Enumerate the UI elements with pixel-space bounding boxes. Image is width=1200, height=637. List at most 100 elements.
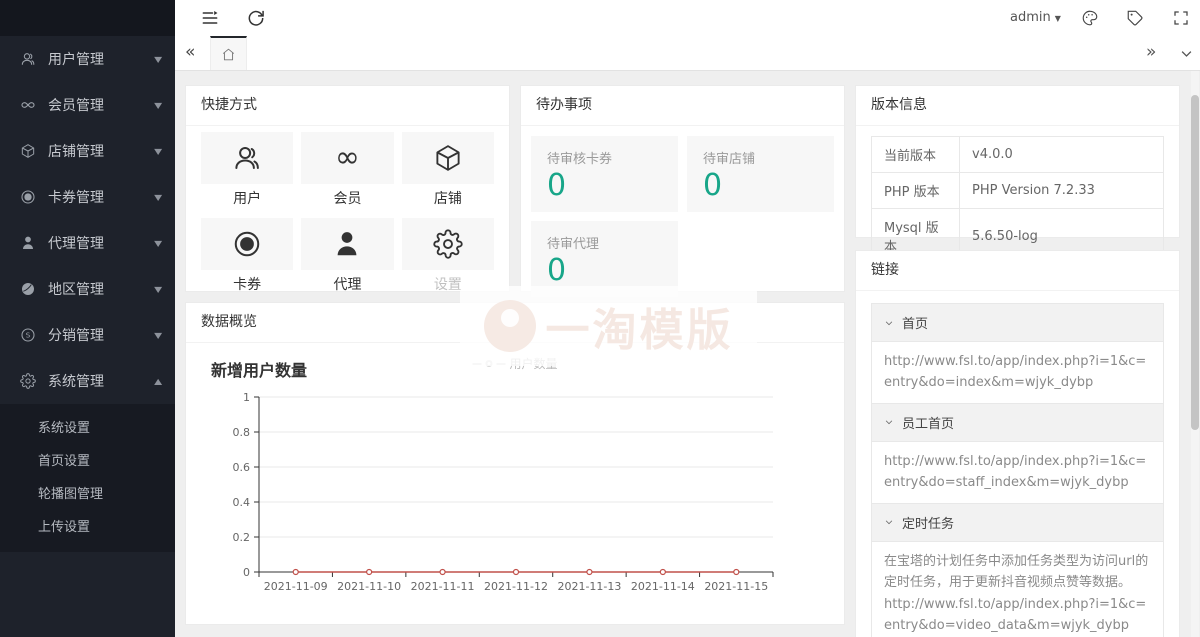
quick-link-label: 设置 [402, 274, 494, 294]
sidebar-item-user-mgmt[interactable]: 用户管理 ▼ [0, 36, 175, 82]
sidebar-item-member-mgmt[interactable]: 会员管理 ▼ [0, 82, 175, 128]
box-icon [20, 143, 36, 159]
quick-link-label: 店铺 [402, 188, 494, 208]
sidebar-logo-area [0, 0, 175, 36]
quick-link-settings[interactable]: 设置 [402, 218, 494, 294]
version-key: 当前版本 [872, 137, 960, 173]
sidebar-item-agent-mgmt[interactable]: 代理管理 ▼ [0, 220, 175, 266]
admin-username: admin [1010, 10, 1051, 25]
sidebar-item-label: 分销管理 [48, 325, 155, 345]
svg-text:2021-11-15: 2021-11-15 [704, 580, 768, 593]
svg-text:2021-11-13: 2021-11-13 [557, 580, 621, 593]
infinity-icon [20, 97, 36, 113]
tabs-scroll-right-icon[interactable]: » [1146, 36, 1156, 70]
tabs-scroll-left-icon[interactable]: « [185, 36, 195, 70]
globe-icon [20, 281, 36, 297]
panel-header[interactable]: 定时任务 [872, 504, 1163, 542]
quick-link-users[interactable]: 用户 [201, 132, 293, 208]
tab-home[interactable] [210, 36, 247, 70]
person-icon [301, 218, 393, 270]
refresh-icon[interactable] [246, 8, 266, 28]
chevron-down-icon [884, 417, 894, 427]
quick-link-members[interactable]: ∞ 会员 [301, 132, 393, 208]
quick-links-grid: 用户 ∞ 会员 店铺 卡券 代理 设置 [186, 126, 509, 300]
link-url: http://www.fsl.to/app/index.php?i=1&c=en… [884, 594, 1151, 637]
infinity-icon: ∞ [301, 132, 393, 184]
sidebar-item-coupon-mgmt[interactable]: 卡券管理 ▼ [0, 174, 175, 220]
version-info-card: 版本信息 当前版本 v4.0.0 PHP 版本 PHP Version 7.2.… [855, 85, 1180, 238]
todo-count: 0 [547, 254, 662, 287]
link-panel-home: 首页 http://www.fsl.to/app/index.php?i=1&c… [871, 303, 1164, 403]
admin-user-menu[interactable]: admin▼ [1010, 0, 1061, 36]
quick-link-shops[interactable]: 店铺 [402, 132, 494, 208]
svg-text:2021-11-14: 2021-11-14 [631, 580, 695, 593]
caret-down-icon: ▼ [154, 147, 162, 156]
sidebar-item-label: 系统管理 [48, 371, 155, 391]
chart-legend[interactable]: 用户数量 [472, 355, 557, 372]
sidebar-subitem-upload-settings[interactable]: 上传设置 [0, 511, 175, 544]
table-row: PHP 版本 PHP Version 7.2.33 [872, 173, 1164, 209]
sidebar-item-shop-mgmt[interactable]: 店铺管理 ▼ [0, 128, 175, 174]
panel-body: http://www.fsl.to/app/index.php?i=1&c=en… [872, 442, 1163, 503]
version-value: v4.0.0 [960, 137, 1164, 173]
caret-down-icon: ▼ [154, 331, 162, 340]
sidebar-subitem-home-settings[interactable]: 首页设置 [0, 445, 175, 478]
quick-link-coupons[interactable]: 卡券 [201, 218, 293, 294]
sidebar-item-label: 用户管理 [48, 49, 155, 69]
sidebar-item-system-mgmt[interactable]: 系统管理 ▲ [0, 358, 175, 404]
panel-header[interactable]: 首页 [872, 304, 1163, 342]
links-card: 链接 首页 http://www.fsl.to/app/index.php?i=… [855, 250, 1180, 637]
todo-label: 待审代理 [547, 233, 662, 252]
tabs-dropdown-icon[interactable] [1179, 46, 1194, 61]
card-title: 快捷方式 [186, 86, 509, 126]
theme-palette-icon[interactable] [1081, 9, 1099, 27]
sidebar-nav: 用户管理 ▼ 会员管理 ▼ 店铺管理 ▼ 卡券管理 ▼ 代理管理 ▼ 地区管理 … [0, 36, 175, 552]
sidebar-subitem-system-settings[interactable]: 系统设置 [0, 412, 175, 445]
quick-link-label: 卡券 [201, 274, 293, 294]
main-content: 快捷方式 用户 ∞ 会员 店铺 卡券 代理 [175, 71, 1200, 637]
card-title: 版本信息 [856, 86, 1179, 126]
home-icon [221, 47, 236, 62]
panel-title: 员工首页 [902, 413, 954, 432]
caret-down-icon: ▼ [154, 101, 162, 110]
todo-count: 0 [703, 169, 818, 202]
sidebar: 用户管理 ▼ 会员管理 ▼ 店铺管理 ▼ 卡券管理 ▼ 代理管理 ▼ 地区管理 … [0, 0, 175, 637]
svg-text:0.2: 0.2 [233, 531, 251, 544]
svg-text:0: 0 [243, 566, 250, 579]
todo-pending-shops: 待审店铺 0 [687, 136, 834, 212]
person-icon [20, 235, 36, 251]
todo-label: 待审核卡券 [547, 148, 662, 167]
sidebar-item-region-mgmt[interactable]: 地区管理 ▼ [0, 266, 175, 312]
version-table: 当前版本 v4.0.0 PHP 版本 PHP Version 7.2.33 My… [871, 136, 1164, 264]
caret-down-icon: ▼ [154, 193, 162, 202]
svg-text:0.8: 0.8 [233, 426, 251, 439]
new-users-line-chart: 00.20.40.60.812021-11-092021-11-102021-1… [186, 375, 846, 615]
gear-icon [402, 218, 494, 270]
chevron-down-icon [884, 517, 894, 527]
quick-link-label: 用户 [201, 188, 293, 208]
sidebar-toggle-icon[interactable] [200, 8, 220, 28]
legend-line-marker [472, 363, 481, 365]
tabbar: « » [175, 36, 1200, 71]
scrollbar-thumb[interactable] [1191, 95, 1199, 430]
todo-pending-coupons: 待审核卡券 0 [531, 136, 678, 212]
quick-link-agents[interactable]: 代理 [301, 218, 393, 294]
link-panel-staff-home: 员工首页 http://www.fsl.to/app/index.php?i=1… [871, 403, 1164, 503]
user-icon [201, 132, 293, 184]
tag-icon[interactable] [1126, 9, 1144, 27]
cron-description: 在宝塔的计划任务中添加任务类型为访问url的定时任务，用于更新抖音视频点赞等数据… [884, 551, 1151, 594]
svg-text:2021-11-09: 2021-11-09 [264, 580, 328, 593]
sidebar-subitem-carousel-mgmt[interactable]: 轮播图管理 [0, 478, 175, 511]
link-url: http://www.fsl.to/app/index.php?i=1&c=en… [884, 351, 1151, 394]
panel-header[interactable]: 员工首页 [872, 404, 1163, 442]
link-panel-cron-tasks: 定时任务 在宝塔的计划任务中添加任务类型为访问url的定时任务，用于更新抖音视频… [871, 503, 1164, 637]
svg-text:2021-11-12: 2021-11-12 [484, 580, 548, 593]
table-row: 当前版本 v4.0.0 [872, 137, 1164, 173]
fullscreen-icon[interactable] [1172, 9, 1190, 27]
legend-circle-marker [485, 360, 492, 367]
user-icon [20, 51, 36, 67]
sidebar-item-distribution-mgmt[interactable]: 分销管理 ▼ [0, 312, 175, 358]
circle-s-icon [20, 327, 36, 343]
quick-link-label: 代理 [301, 274, 393, 294]
legend-label: 用户数量 [509, 355, 557, 372]
